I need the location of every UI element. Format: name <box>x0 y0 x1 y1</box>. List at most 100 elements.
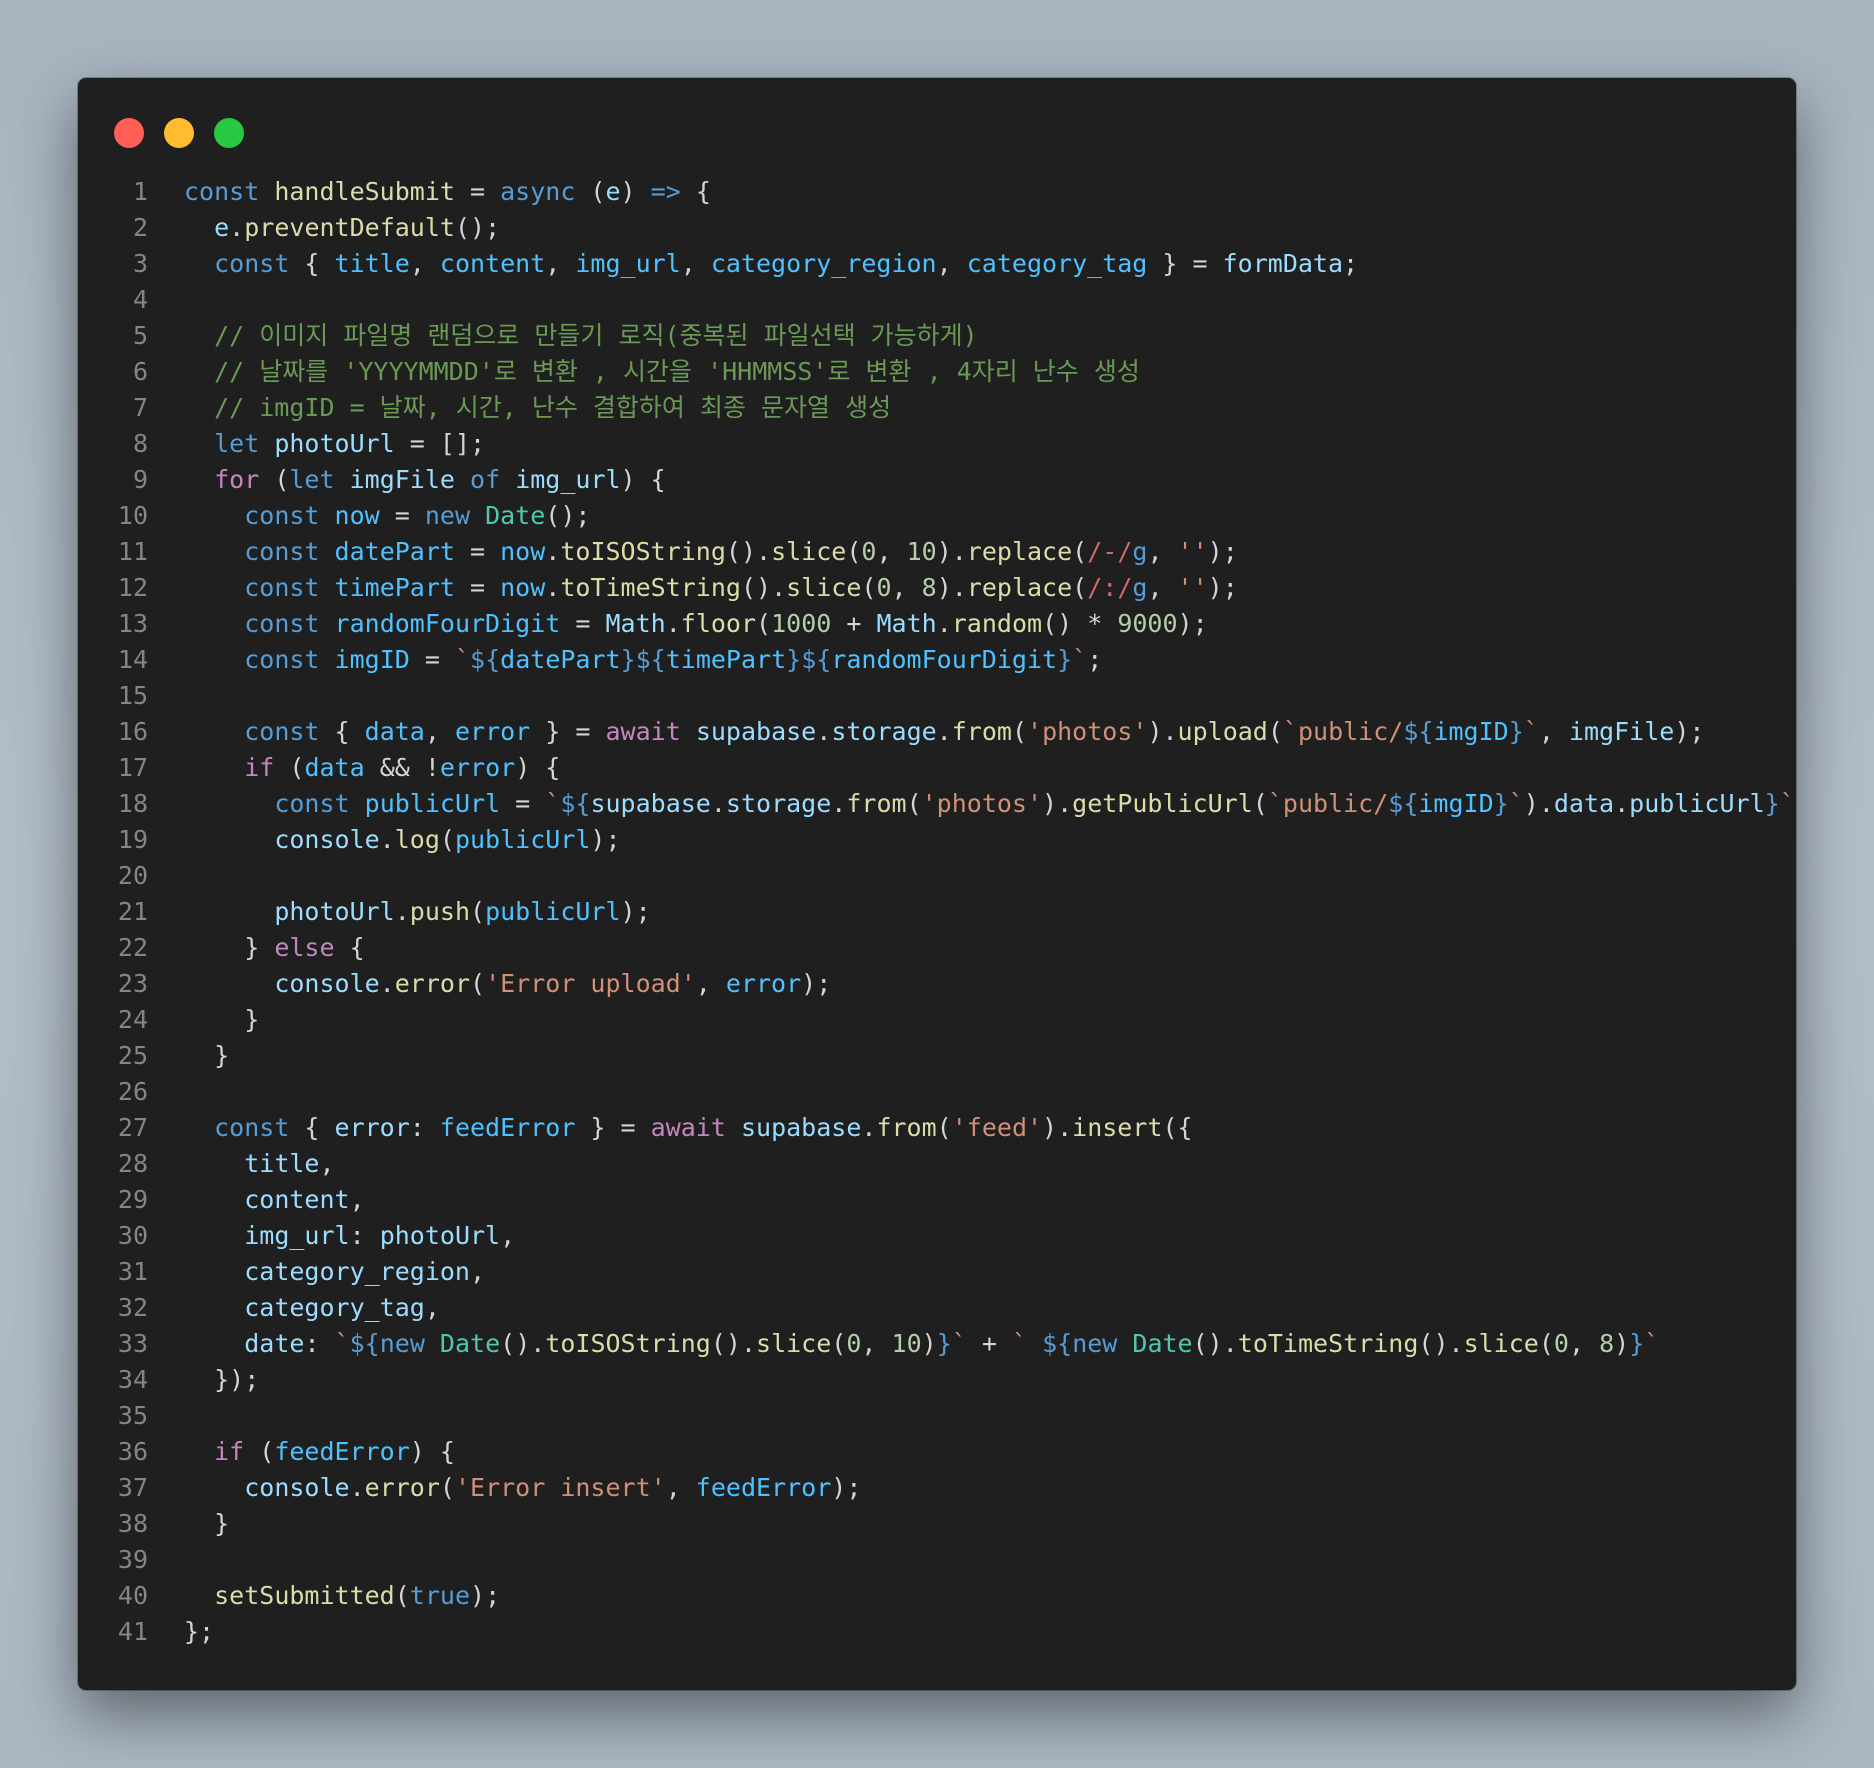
close-button[interactable] <box>114 118 144 148</box>
code-text: } <box>184 1509 230 1538</box>
code-line: 23 console.error('Error upload', error); <box>78 966 1796 1002</box>
code-text: } <box>184 1005 260 1034</box>
line-number: 4 <box>132 285 148 314</box>
code-line: 35 <box>78 1398 1796 1434</box>
line-number: 11 <box>117 537 148 566</box>
code-text: console.error('Error upload', error); <box>274 969 832 998</box>
code-line: 36 if (feedError) { <box>78 1434 1796 1470</box>
code-line: 15 <box>78 678 1796 714</box>
line-number: 25 <box>117 1041 148 1070</box>
line-number: 12 <box>117 573 148 602</box>
code-line: 25 } <box>78 1038 1796 1074</box>
line-number: 28 <box>117 1149 148 1178</box>
code-text: for (let imgFile of img_url) { <box>214 465 666 494</box>
line-number: 13 <box>117 609 148 638</box>
line-number: 1 <box>132 177 148 206</box>
code-line: 11 const datePart = now.toISOString().sl… <box>78 534 1796 570</box>
code-line: 22 } else { <box>78 930 1796 966</box>
code-text: category_tag, <box>244 1293 440 1322</box>
code-text: const datePart = now.toISOString().slice… <box>244 537 1238 566</box>
line-number: 34 <box>117 1365 148 1394</box>
line-number: 16 <box>117 717 148 746</box>
code-line: 39 <box>78 1542 1796 1578</box>
line-number: 26 <box>117 1077 148 1106</box>
line-number: 31 <box>117 1257 148 1286</box>
minimize-button[interactable] <box>164 118 194 148</box>
line-number: 3 <box>132 249 148 278</box>
line-number: 35 <box>117 1401 148 1430</box>
code-text: const { title, content, img_url, categor… <box>214 249 1359 278</box>
code-line: 40 setSubmitted(true); <box>78 1578 1796 1614</box>
code-text: const timePart = now.toTimeString().slic… <box>244 573 1238 602</box>
code-text: }); <box>184 1365 260 1394</box>
code-line: 21 photoUrl.push(publicUrl); <box>78 894 1796 930</box>
code-line: 29 content, <box>78 1182 1796 1218</box>
line-number: 8 <box>132 429 148 458</box>
line-number: 32 <box>117 1293 148 1322</box>
line-number: 5 <box>132 321 148 350</box>
code-text: img_url: photoUrl, <box>244 1221 516 1250</box>
code-line: 24 } <box>78 1002 1796 1038</box>
line-number: 29 <box>117 1185 148 1214</box>
code-line: 26 <box>78 1074 1796 1110</box>
line-number: 38 <box>117 1509 148 1538</box>
code-line: 5 // 이미지 파일명 랜덤으로 만들기 로직(중복된 파일선택 가능하게) <box>78 318 1796 354</box>
line-number: 14 <box>117 645 148 674</box>
line-number: 10 <box>117 501 148 530</box>
code-line: 7 // imgID = 날짜, 시간, 난수 결합하여 최종 문자열 생성 <box>78 390 1796 426</box>
code-line: 20 <box>78 858 1796 894</box>
line-number: 40 <box>117 1581 148 1610</box>
window-controls <box>114 118 244 148</box>
code-line: 8 let photoUrl = []; <box>78 426 1796 462</box>
code-text: } <box>184 1041 230 1070</box>
code-line: 18 const publicUrl = `${supabase.storage… <box>78 786 1796 822</box>
code-line: 4 <box>78 282 1796 318</box>
code-text: console.error('Error insert', feedError)… <box>244 1473 862 1502</box>
code-text: const publicUrl = `${supabase.storage.fr… <box>274 789 1796 818</box>
code-text: const now = new Date(); <box>244 501 591 530</box>
code-text: const randomFourDigit = Math.floor(1000 … <box>244 609 1208 638</box>
code-line: 38 } <box>78 1506 1796 1542</box>
line-number: 21 <box>117 897 148 926</box>
code-line: 19 console.log(publicUrl); <box>78 822 1796 858</box>
code-line: 32 category_tag, <box>78 1290 1796 1326</box>
code-line: 13 const randomFourDigit = Math.floor(10… <box>78 606 1796 642</box>
code-line: 30 img_url: photoUrl, <box>78 1218 1796 1254</box>
code-text: setSubmitted(true); <box>214 1581 501 1610</box>
code-line: 3 const { title, content, img_url, categ… <box>78 246 1796 282</box>
code-text: if (data && !error) { <box>244 753 561 782</box>
code-text: } else { <box>184 933 365 962</box>
code-line: 31 category_region, <box>78 1254 1796 1290</box>
line-number: 2 <box>132 213 148 242</box>
code-line: 16 const { data, error } = await supabas… <box>78 714 1796 750</box>
code-line: 33 date: `${new Date().toISOString().sli… <box>78 1326 1796 1362</box>
code-line: 10 const now = new Date(); <box>78 498 1796 534</box>
code-text: // 날짜를 'YYYYMMDD'로 변환 , 시간을 'HHMMSS'로 변환… <box>184 357 1140 386</box>
line-number: 27 <box>117 1113 148 1142</box>
line-number: 36 <box>117 1437 148 1466</box>
line-number: 23 <box>117 969 148 998</box>
code-line: 41}; <box>78 1614 1796 1650</box>
code-line: 2 e.preventDefault(); <box>78 210 1796 246</box>
line-number: 19 <box>117 825 148 854</box>
code-line: 1 const handleSubmit = async (e) => { <box>78 174 1796 210</box>
code-text: photoUrl.push(publicUrl); <box>274 897 651 926</box>
code-text: let photoUrl = []; <box>214 429 486 458</box>
code-line: 28 title, <box>78 1146 1796 1182</box>
maximize-button[interactable] <box>214 118 244 148</box>
code-line: 34 }); <box>78 1362 1796 1398</box>
line-number: 37 <box>117 1473 148 1502</box>
code-line: 14 const imgID = `${datePart}${timePart}… <box>78 642 1796 678</box>
code-text: title, <box>244 1149 335 1178</box>
code-line: 9 for (let imgFile of img_url) { <box>78 462 1796 498</box>
line-number: 33 <box>117 1329 148 1358</box>
code-text: const { data, error } = await supabase.s… <box>244 717 1705 746</box>
code-text: category_region, <box>244 1257 486 1286</box>
code-text: e.preventDefault(); <box>214 213 501 242</box>
line-number: 39 <box>117 1545 148 1574</box>
code-text: if (feedError) { <box>214 1437 455 1466</box>
line-number: 18 <box>117 789 148 818</box>
line-number: 9 <box>132 465 148 494</box>
code-text: // 이미지 파일명 랜덤으로 만들기 로직(중복된 파일선택 가능하게) <box>184 321 978 350</box>
line-number: 17 <box>117 753 148 782</box>
